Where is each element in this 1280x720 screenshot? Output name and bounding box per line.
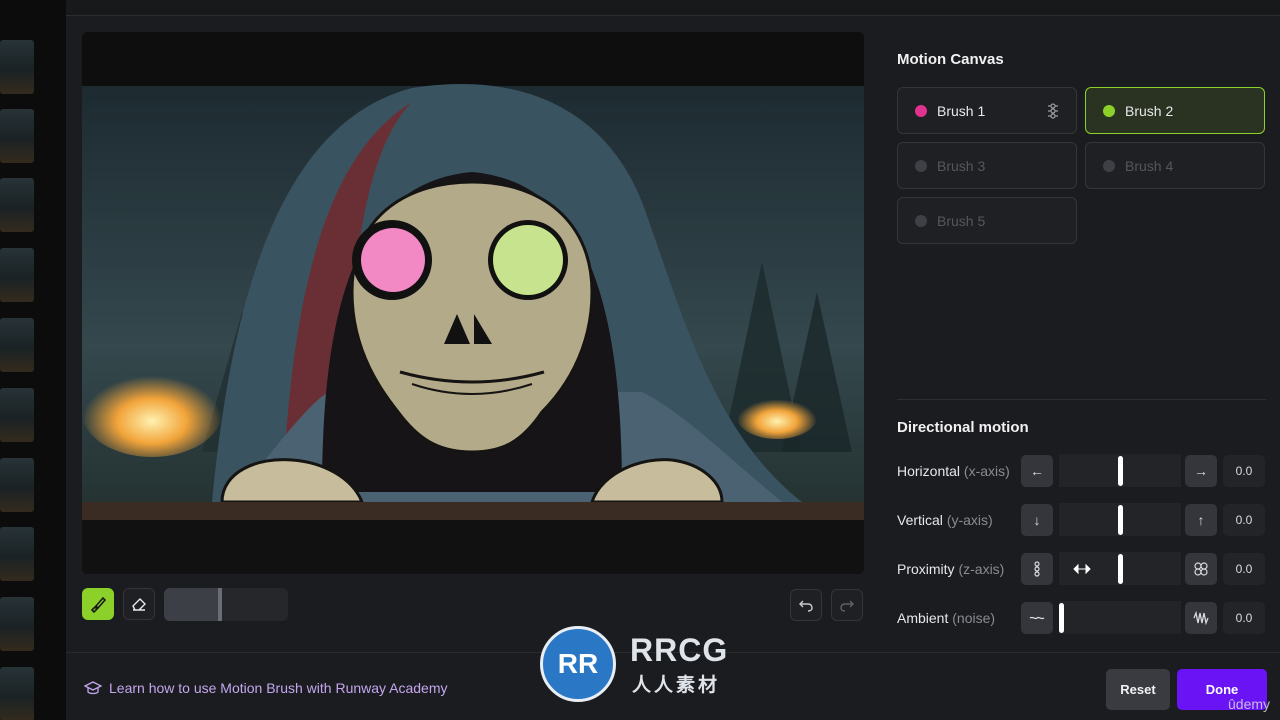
arrow-up-icon: ↑ — [1197, 512, 1205, 528]
motion-brush-editor: Motion Canvas Brush 1 Brush 2 Brush 3 Br… — [0, 0, 1280, 720]
film-thumbnail[interactable] — [0, 40, 34, 94]
film-thumbnail[interactable] — [0, 458, 34, 512]
brush-4-color-dot — [1103, 159, 1115, 172]
proximity-shrink-button[interactable] — [1021, 553, 1053, 585]
vertical-label-text: Vertical — [897, 512, 943, 528]
arrow-right-icon: → — [1194, 463, 1208, 479]
arrow-down-icon: ↓ — [1033, 512, 1041, 528]
film-thumbnail[interactable] — [0, 388, 34, 442]
wave-flat-icon — [1029, 616, 1045, 620]
watermark-brand: RRCG — [630, 632, 729, 668]
film-thumbnail[interactable] — [0, 527, 34, 581]
brush-size-slider[interactable] — [164, 588, 288, 621]
brush-1-color-dot — [915, 104, 927, 117]
brush-settings-icon[interactable] — [1046, 103, 1060, 122]
wave-icon — [1193, 611, 1209, 625]
brush-4-button[interactable]: Brush 4 — [1085, 142, 1265, 189]
brush-2-label: Brush 2 — [1125, 102, 1174, 119]
horizontal-slider[interactable] — [1059, 454, 1181, 487]
horizontal-label-axis: (x-axis) — [963, 463, 1010, 479]
film-thumbnail[interactable] — [0, 109, 34, 163]
brush-3-color-dot — [915, 159, 927, 172]
proximity-label-axis: (z-axis) — [958, 561, 1005, 577]
vertical-down-button[interactable]: ↓ — [1021, 504, 1053, 536]
brush-4-label: Brush 4 — [1125, 157, 1174, 174]
udemy-watermark: ûdemy — [1228, 696, 1271, 712]
vertical-slider[interactable] — [1059, 503, 1181, 536]
watermark-subtitle: 人人素材 — [632, 675, 721, 696]
ambient-slider[interactable] — [1059, 601, 1181, 634]
film-thumbnail[interactable] — [0, 318, 34, 372]
brush-tool-button[interactable] — [82, 588, 114, 620]
cursor-resize-icon — [1073, 563, 1091, 575]
film-thumbnail[interactable] — [0, 178, 34, 232]
vertical-label: Vertical (y-axis) — [897, 512, 993, 528]
horizontal-left-button[interactable]: ← — [1021, 455, 1053, 487]
ambient-label: Ambient (noise) — [897, 610, 995, 626]
brush-size-fill — [164, 588, 220, 621]
ambient-value[interactable]: 0.0 — [1223, 602, 1265, 634]
top-bar — [66, 0, 1280, 16]
horizontal-slider-handle[interactable] — [1118, 456, 1123, 486]
redo-icon — [840, 600, 854, 612]
horizontal-right-button[interactable]: → — [1185, 455, 1217, 487]
proximity-value[interactable]: 0.0 — [1223, 553, 1265, 585]
reset-button[interactable]: Reset — [1106, 669, 1170, 710]
expand-icon — [1194, 562, 1208, 576]
brush-2-button[interactable]: Brush 2 — [1085, 87, 1265, 134]
graduation-cap-icon — [84, 681, 102, 695]
brush-2-color-dot — [1103, 104, 1115, 117]
proximity-expand-button[interactable] — [1185, 553, 1217, 585]
ambient-label-axis: (noise) — [952, 610, 996, 626]
proximity-label-text: Proximity — [897, 561, 955, 577]
film-thumbnail[interactable] — [0, 667, 34, 720]
eraser-icon — [132, 598, 146, 611]
brush-3-button[interactable]: Brush 3 — [897, 142, 1077, 189]
shrink-icon — [1034, 561, 1040, 577]
ambient-slider-handle[interactable] — [1059, 603, 1064, 633]
motion-canvas-area[interactable] — [82, 32, 864, 574]
arrow-left-icon: ← — [1030, 463, 1044, 479]
film-thumbnail[interactable] — [0, 248, 34, 302]
vertical-label-axis: (y-axis) — [946, 512, 993, 528]
ambient-low-button[interactable] — [1021, 602, 1053, 634]
proximity-slider-handle[interactable] — [1118, 554, 1123, 584]
redo-button[interactable] — [831, 589, 863, 621]
filmstrip — [0, 0, 66, 720]
horizontal-label-text: Horizontal — [897, 463, 961, 479]
brush-icon — [90, 596, 107, 613]
brush-5-label: Brush 5 — [937, 212, 986, 229]
brush-5-button[interactable]: Brush 5 — [897, 197, 1077, 244]
brush-5-color-dot — [915, 214, 927, 227]
rrcg-logo: RR — [540, 626, 616, 702]
ambient-label-text: Ambient — [897, 610, 949, 626]
panel-divider — [897, 399, 1266, 400]
brush-1-label: Brush 1 — [937, 102, 986, 119]
vertical-value[interactable]: 0.0 — [1223, 504, 1265, 536]
eraser-tool-button[interactable] — [123, 588, 155, 620]
directional-motion-title: Directional motion — [897, 419, 1029, 436]
film-thumbnail[interactable] — [0, 597, 34, 651]
brush-3-label: Brush 3 — [937, 157, 986, 174]
horizontal-label: Horizontal (x-axis) — [897, 463, 1010, 479]
academy-link-text: Learn how to use Motion Brush with Runwa… — [109, 680, 448, 696]
brush-size-handle[interactable] — [217, 588, 222, 621]
motion-canvas-title: Motion Canvas — [897, 51, 1004, 68]
brush-1-button[interactable]: Brush 1 — [897, 87, 1077, 134]
vertical-up-button[interactable]: ↑ — [1185, 504, 1217, 536]
skeleton-image — [82, 32, 864, 574]
rrcg-watermark: RR RRCG 人人素材 — [540, 626, 740, 702]
academy-link[interactable]: Learn how to use Motion Brush with Runwa… — [84, 680, 448, 696]
undo-icon — [799, 600, 813, 612]
vertical-slider-handle[interactable] — [1118, 505, 1123, 535]
horizontal-value[interactable]: 0.0 — [1223, 455, 1265, 487]
proximity-label: Proximity (z-axis) — [897, 561, 1004, 577]
ambient-high-button[interactable] — [1185, 602, 1217, 634]
undo-button[interactable] — [790, 589, 822, 621]
proximity-slider[interactable] — [1059, 552, 1181, 585]
